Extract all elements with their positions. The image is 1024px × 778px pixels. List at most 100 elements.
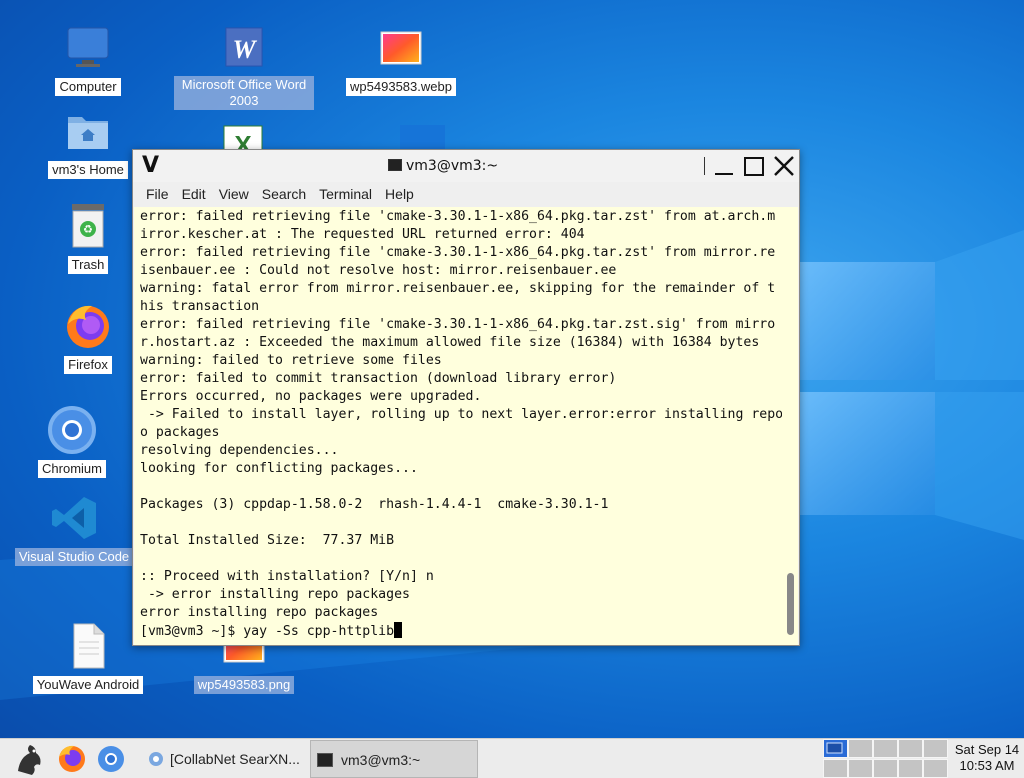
terminal-prompt-line[interactable]: [vm3@vm3 ~]$ yay -Ss cpp-httplib — [140, 622, 778, 641]
desktop-icon-webp[interactable]: wp5493583.webp — [336, 24, 466, 96]
maximize-icon — [744, 157, 764, 176]
workspace-7[interactable] — [848, 759, 873, 778]
workspace-6[interactable] — [823, 759, 848, 778]
terminal-icon — [317, 753, 333, 767]
terminal-output[interactable]: error: failed retrieving file 'cmake-3.3… — [134, 207, 784, 645]
window-app-icon[interactable]: V — [142, 153, 159, 178]
terminal-line: his transaction — [140, 299, 260, 314]
menu-search[interactable]: Search — [256, 182, 312, 202]
terminal-line: isenbauer.ee : Could not resolve host: m… — [140, 263, 617, 278]
terminal-line: Total Installed Size: 77.37 MiB — [140, 533, 395, 548]
menu-help[interactable]: Help — [379, 182, 420, 202]
minimize-icon — [715, 173, 733, 175]
scrollbar-thumb[interactable] — [787, 573, 794, 635]
clock-time: 10:53 AM — [959, 758, 1015, 773]
text-cursor — [394, 622, 403, 638]
menu-edit[interactable]: Edit — [176, 182, 212, 202]
taskbar-firefox[interactable] — [55, 739, 89, 778]
terminal-icon — [388, 159, 402, 171]
terminal-line: Errors occurred, no packages were upgrad… — [140, 389, 482, 404]
workspace-4[interactable] — [898, 739, 923, 758]
desktop-icon-computer[interactable]: Computer — [23, 24, 153, 96]
close-button[interactable] — [771, 154, 797, 178]
taskbar: [CollabNet SearXN... vm3@vm3:~ Sat Sep 1… — [0, 738, 1024, 778]
desktop-icon-label: Firefox — [64, 356, 112, 374]
browser-icon — [149, 752, 163, 766]
desktop-icon-vscode[interactable]: Visual Studio Code — [9, 494, 139, 566]
terminal-line: error installing repo packages — [140, 605, 379, 620]
desktop-icon-label: YouWave Android — [32, 676, 144, 694]
titlebar-separator — [704, 157, 705, 175]
desktop-icon-label: Chromium — [38, 460, 106, 478]
terminal-line: irror.kescher.at : The requested URL ret… — [140, 227, 585, 242]
svg-text:W: W — [232, 35, 257, 64]
terminal-line: :: Proceed with installation? [Y/n] n — [140, 569, 434, 584]
terminal-scrollbar[interactable] — [782, 207, 798, 645]
desktop-icon-msword[interactable]: W Microsoft Office Word 2003 — [174, 24, 314, 110]
word-icon: W — [220, 24, 268, 72]
terminal-line: warning: failed to retrieve some files — [140, 353, 442, 368]
image-file-icon — [377, 24, 425, 72]
workspace-5[interactable] — [923, 739, 948, 758]
taskbar-chromium[interactable] — [94, 739, 128, 778]
terminal-line: error: failed retrieving file 'cmake-3.3… — [140, 209, 776, 224]
task-browser-label: [CollabNet SearXN... — [170, 751, 300, 767]
terminal-line: Packages (3) cppdap-1.58.0-2 rhash-1.4.4… — [140, 497, 609, 512]
task-terminal-label: vm3@vm3:~ — [341, 752, 421, 768]
terminal-line: error: failed retrieving file 'cmake-3.3… — [140, 317, 776, 332]
terminal-line: warning: fatal error from mirror.reisenb… — [140, 281, 776, 296]
terminal-line: -> error installing repo packages — [140, 587, 410, 602]
svg-text:X: X — [234, 130, 252, 149]
workspace-9[interactable] — [898, 759, 923, 778]
chromium-icon — [48, 406, 96, 454]
close-icon — [774, 156, 794, 176]
desktop-icon-label: Visual Studio Code — [14, 548, 134, 566]
task-browser[interactable]: [CollabNet SearXN... — [140, 740, 305, 778]
firefox-icon — [59, 745, 85, 772]
maximize-button[interactable] — [741, 154, 767, 178]
window-title-text: vm3@vm3:~ — [406, 158, 499, 174]
terminal-line: -> Failed to install layer, rolling up t… — [140, 407, 784, 422]
desktop-icon-label: Trash — [67, 256, 109, 274]
terminal-text: error: failed retrieving file 'cmake-3.3… — [140, 208, 783, 622]
workspace-pager[interactable] — [823, 739, 951, 778]
computer-icon — [64, 24, 112, 72]
terminal-line: o packages — [140, 425, 220, 440]
workspace-8[interactable] — [873, 759, 898, 778]
menu-view[interactable]: View — [213, 182, 255, 202]
terminal-window[interactable]: V vm3@vm3:~ File Edit View Search Terminal He… — [132, 149, 800, 646]
terminal-line: r.hostart.az : Exceeded the maximum allo… — [140, 335, 760, 350]
clock-date: Sat Sep 14 — [954, 742, 1020, 757]
desktop-icon-label: wp5493583.png — [193, 676, 295, 694]
start-menu-icon — [18, 745, 41, 775]
desktop-icon-label: vm3's Home — [48, 161, 128, 179]
workspace-1[interactable] — [823, 739, 848, 758]
task-terminal[interactable]: vm3@vm3:~ — [310, 740, 478, 778]
excel-icon: X — [222, 124, 264, 149]
workspace-3[interactable] — [873, 739, 898, 758]
menu-file[interactable]: File — [140, 182, 175, 202]
home-folder-icon — [64, 107, 112, 155]
desktop-icon-chromium[interactable]: Chromium — [7, 406, 137, 478]
desktop-icon-label: Computer — [55, 78, 121, 96]
terminal-line: error: failed to commit transaction (dow… — [140, 371, 617, 386]
workspace-2[interactable] — [848, 739, 873, 758]
terminal-line: looking for conflicting packages... — [140, 461, 418, 476]
terminal-line: resolving dependencies... — [140, 443, 339, 458]
vscode-icon — [50, 494, 98, 542]
firefox-icon — [64, 302, 112, 350]
minimize-button[interactable] — [711, 154, 737, 178]
start-menu-button[interactable] — [10, 739, 46, 778]
terminal-prompt: [vm3@vm3 ~]$ yay -Ss cpp-httplib — [140, 624, 395, 639]
chromium-icon — [98, 746, 124, 772]
trash-icon: ♻ — [64, 202, 112, 250]
menu-bar: File Edit View Search Terminal Help — [133, 182, 799, 206]
window-title: vm3@vm3:~ — [388, 158, 498, 174]
terminal-line: error: failed retrieving file 'cmake-3.3… — [140, 245, 776, 260]
document-icon — [64, 622, 112, 670]
desktop-icon-label: wp5493583.webp — [346, 78, 456, 96]
window-titlebar[interactable]: V vm3@vm3:~ — [133, 150, 799, 182]
clock[interactable]: Sat Sep 14 10:53 AM — [952, 742, 1022, 774]
menu-terminal[interactable]: Terminal — [313, 182, 378, 202]
workspace-10[interactable] — [923, 759, 948, 778]
